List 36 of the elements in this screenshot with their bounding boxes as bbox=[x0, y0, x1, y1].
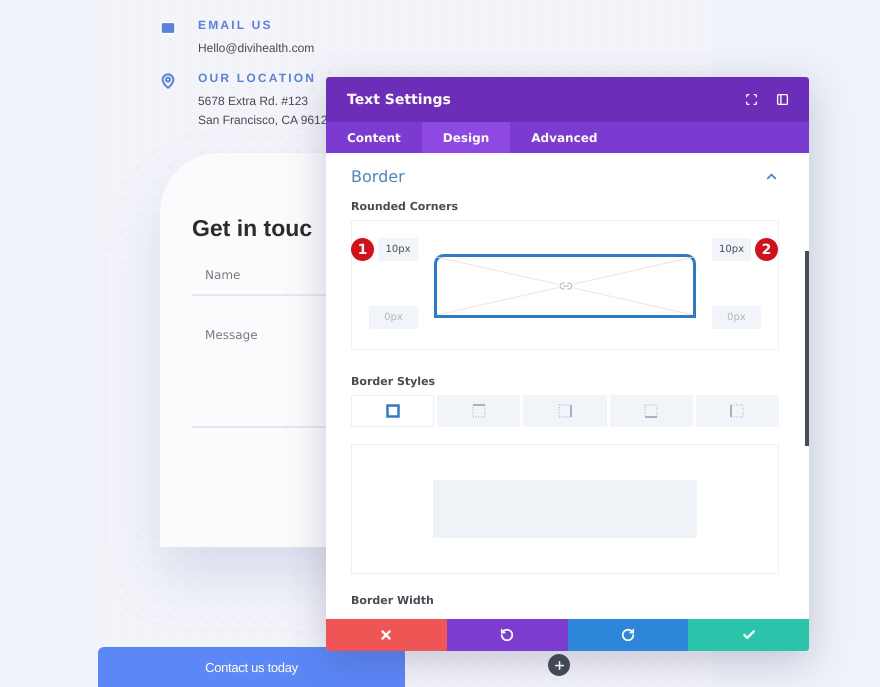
contact-text: 5678 Extra Rd. #123 bbox=[198, 94, 310, 108]
map-pin-icon bbox=[160, 73, 176, 89]
border-left-icon bbox=[730, 404, 744, 418]
contact-text: Hello@divihealth.com bbox=[198, 41, 314, 55]
cancel-button[interactable] bbox=[326, 619, 447, 651]
scrollbar[interactable] bbox=[805, 251, 809, 446]
contact-text: San Francisco, CA 9612 bbox=[198, 113, 328, 127]
modal-title: Text Settings bbox=[347, 92, 451, 108]
step-badge: 1 bbox=[351, 238, 374, 261]
check-icon bbox=[742, 628, 756, 642]
settings-tab[interactable]: Content bbox=[326, 122, 422, 153]
border-top-icon bbox=[472, 404, 486, 418]
corner-radius-field[interactable]: 10px bbox=[712, 238, 751, 261]
sidebar-icon[interactable] bbox=[776, 93, 789, 106]
close-icon bbox=[379, 628, 394, 642]
settings-tab[interactable]: Design bbox=[422, 122, 510, 153]
field-label: Border Styles bbox=[351, 375, 436, 388]
field-label: Border Width bbox=[351, 594, 435, 607]
step-badge: 2 bbox=[755, 238, 778, 261]
contact-button[interactable]: Contact us today bbox=[98, 647, 405, 687]
border-all-icon bbox=[386, 404, 400, 418]
section-title[interactable]: Border bbox=[351, 167, 405, 186]
fullscreen-icon[interactable] bbox=[745, 93, 758, 106]
corner-radius-field[interactable]: 10px bbox=[378, 238, 418, 261]
border-right-icon bbox=[558, 404, 572, 418]
form-title: Get in touc bbox=[192, 215, 314, 242]
contact-heading: OUR LOCATION bbox=[198, 71, 318, 85]
border-style-option[interactable] bbox=[351, 395, 434, 427]
field-label: Rounded Corners bbox=[351, 200, 460, 213]
redo-icon bbox=[620, 628, 635, 642]
contact-heading: EMAIL US bbox=[198, 18, 274, 32]
border-bottom-icon bbox=[644, 404, 658, 418]
save-button[interactable] bbox=[688, 619, 809, 651]
settings-tab[interactable]: Advanced bbox=[510, 122, 618, 153]
undo-icon bbox=[500, 628, 514, 642]
plus-icon bbox=[552, 658, 566, 672]
